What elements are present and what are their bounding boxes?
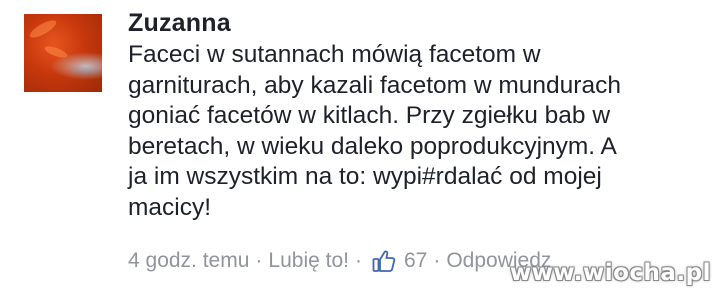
avatar[interactable]	[24, 14, 102, 92]
comment-actions: 4 godz. temu · Lubię to! · 67 · Odpowied…	[128, 246, 551, 276]
comment-text: Faceci w sutannach mówią facetom w garni…	[128, 41, 621, 221]
avatar-hair-highlight	[27, 17, 59, 41]
comment-timestamp[interactable]: 4 godz. temu	[128, 249, 249, 273]
comment-author[interactable]: Zuzanna	[128, 6, 718, 40]
separator: ·	[433, 249, 441, 272]
comment-body: Zuzanna Faceci w sutannach mówią facetom…	[128, 6, 718, 223]
thumbs-up-icon[interactable]	[372, 249, 396, 273]
like-link[interactable]: Lubię to!	[268, 249, 349, 273]
watermark: www.wiocha.pl	[509, 260, 711, 286]
like-count[interactable]: 67	[404, 249, 427, 273]
avatar-hair-highlight	[43, 44, 69, 60]
separator: ·	[255, 249, 263, 272]
separator: ·	[354, 249, 362, 272]
comment: Zuzanna Faceci w sutannach mówią facetom…	[0, 0, 727, 296]
